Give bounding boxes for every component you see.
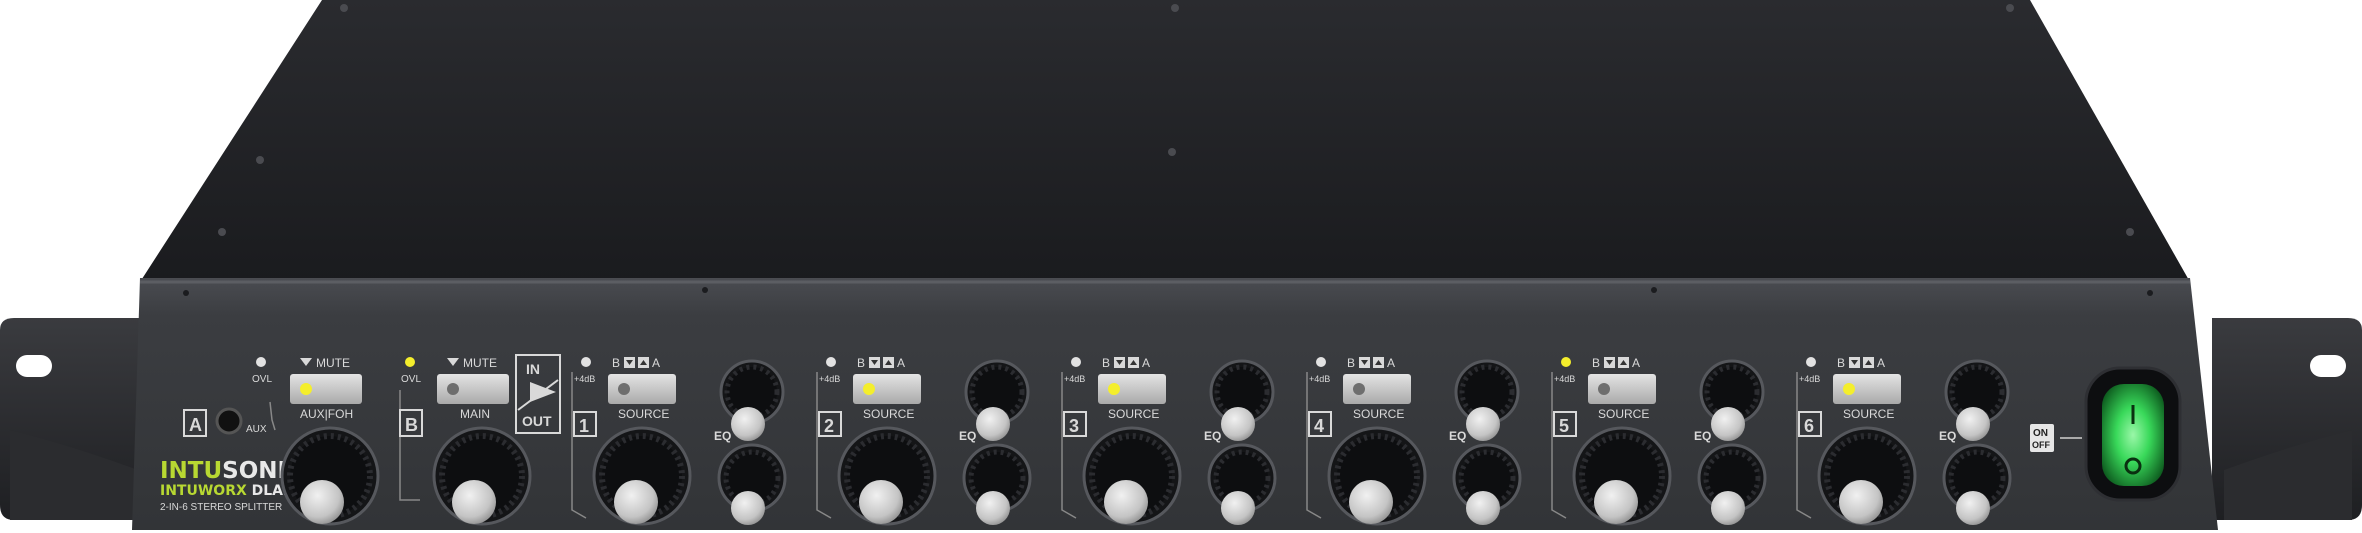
eq-high-knob-cap (731, 407, 765, 441)
source-label: SOURCE (1598, 407, 1649, 421)
channel-level-knob-cap (1104, 480, 1148, 524)
channel-ovl-led (1806, 357, 1816, 367)
source-led (618, 383, 630, 395)
out-label: OUT (522, 413, 552, 429)
source-a-label: A (1387, 356, 1395, 370)
eq-label: EQ (959, 429, 976, 443)
source-b-label: B (1102, 356, 1110, 370)
input-b-mute-led (447, 383, 459, 395)
channel-level-knob-cap (859, 480, 903, 524)
channel-ovl-led (1071, 357, 1081, 367)
input-b-mute-label: MUTE (463, 356, 497, 370)
top-cover (140, 0, 2190, 282)
eq-label: EQ (1204, 429, 1221, 443)
source-a-label: A (897, 356, 905, 370)
eq-high-knob-cap (1956, 407, 1990, 441)
channel-gain-label: +4dB (1799, 374, 1820, 384)
eq-high-knob-cap (1466, 407, 1500, 441)
channel-number: 2 (824, 416, 834, 436)
source-led (1353, 383, 1365, 395)
power-off-label: OFF (2032, 440, 2050, 450)
channel-level-knob-cap (1349, 480, 1393, 524)
source-label: SOURCE (1843, 407, 1894, 421)
eq-low-knob-cap (731, 491, 765, 525)
channel-ovl-led (1316, 357, 1326, 367)
input-b-name: MAIN (460, 407, 490, 421)
channel-level-knob-cap (614, 480, 658, 524)
product-line: INTUWORX DLA26 (160, 483, 303, 499)
channel-number: 4 (1314, 416, 1324, 436)
input-a-ovl-led (256, 357, 266, 367)
eq-low-knob-cap (1711, 491, 1745, 525)
power-on-label: ON (2033, 428, 2048, 439)
eq-high-knob-cap (1221, 407, 1255, 441)
eq-label: EQ (1939, 429, 1956, 443)
product-tagline: 2-IN-6 STEREO SPLITTER (160, 502, 282, 513)
rack-hole-left (16, 355, 52, 377)
channel-ovl-led (1561, 357, 1571, 367)
source-a-label: A (1877, 356, 1885, 370)
source-led (1598, 383, 1610, 395)
source-label: SOURCE (863, 407, 914, 421)
source-label: SOURCE (1108, 407, 1159, 421)
channel-gain-label: +4dB (574, 374, 595, 384)
eq-low-knob-cap (1221, 491, 1255, 525)
input-a-letter: A (189, 415, 202, 435)
input-b-knob-cap (452, 480, 496, 524)
eq-high-knob-cap (1711, 407, 1745, 441)
channel-ovl-led (826, 357, 836, 367)
source-b-label: B (857, 356, 865, 370)
source-b-label: B (1592, 356, 1600, 370)
channel-ovl-led (581, 357, 591, 367)
power-switch[interactable] (2102, 384, 2164, 486)
source-b-label: B (612, 356, 620, 370)
channel-number: 6 (1804, 416, 1814, 436)
source-a-label: A (1632, 356, 1640, 370)
channel-gain-label: +4dB (1554, 374, 1575, 384)
input-a-ovl-label: OVL (252, 374, 272, 385)
input-a-name: AUX|FOH (300, 407, 353, 421)
channel-level-knob-cap (1594, 480, 1638, 524)
source-label: SOURCE (1353, 407, 1404, 421)
source-label: SOURCE (618, 407, 669, 421)
input-b-ovl-label: OVL (401, 374, 421, 385)
rack-hole-right (2310, 355, 2346, 377)
eq-high-knob-cap (976, 407, 1010, 441)
source-b-label: B (1347, 356, 1355, 370)
channel-number: 5 (1559, 416, 1569, 436)
source-a-label: A (1142, 356, 1150, 370)
channel-number: 1 (579, 416, 589, 436)
eq-label: EQ (1694, 429, 1711, 443)
input-b-ovl-led (405, 357, 415, 367)
audio-splitter-device: INTUSONIC INTUWORX DLA26 2-IN-6 STEREO S… (0, 0, 2362, 530)
input-a-mute-label: MUTE (316, 356, 350, 370)
channel-gain-label: +4dB (1309, 374, 1330, 384)
input-a-mute-led (300, 383, 312, 395)
source-led (1843, 383, 1855, 395)
eq-label: EQ (714, 429, 731, 443)
channel-gain-label: +4dB (819, 374, 840, 384)
channel-gain-label: +4dB (1064, 374, 1085, 384)
source-led (863, 383, 875, 395)
source-a-label: A (652, 356, 660, 370)
eq-label: EQ (1449, 429, 1466, 443)
source-b-label: B (1837, 356, 1845, 370)
aux-input-jack[interactable] (215, 407, 243, 435)
in-label: IN (526, 361, 540, 377)
input-b-letter: B (405, 415, 418, 435)
eq-low-knob-cap (1956, 491, 1990, 525)
aux-jack-label: AUX (246, 424, 267, 435)
channel-number: 3 (1069, 416, 1079, 436)
eq-low-knob-cap (976, 491, 1010, 525)
source-led (1108, 383, 1120, 395)
input-a-knob-cap (300, 480, 344, 524)
eq-low-knob-cap (1466, 491, 1500, 525)
channel-level-knob-cap (1839, 480, 1883, 524)
